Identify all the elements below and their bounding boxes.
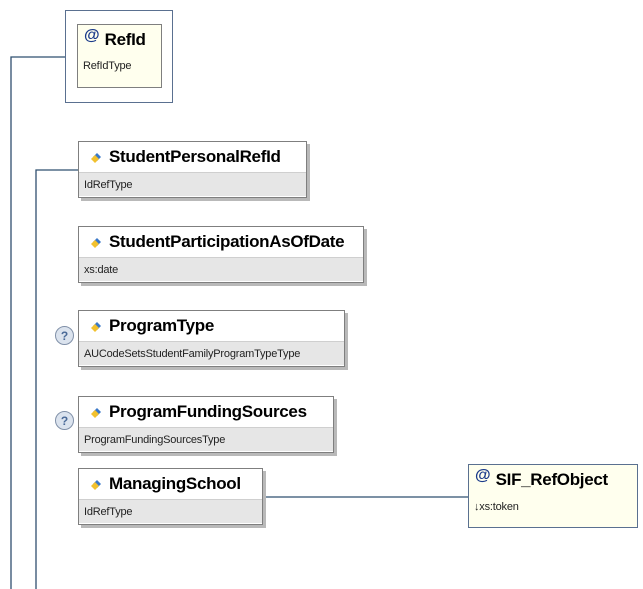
node-name: StudentParticipationAsOfDate (109, 232, 345, 251)
optional-marker-icon: ? (55, 326, 74, 345)
attribute-icon: @ (84, 27, 100, 44)
node-type: RefIdType (83, 60, 132, 72)
element-icon (91, 322, 101, 332)
student-personal-refid-element[interactable]: StudentPersonalRefId IdRefType (78, 141, 307, 198)
node-name: RefId (104, 30, 146, 49)
node-type: IdRefType (84, 178, 133, 191)
student-participation-as-of-date-element[interactable]: StudentParticipationAsOfDate xs:date (78, 226, 364, 283)
node-type: AUCodeSetsStudentFamilyProgramTypeType (84, 347, 301, 360)
refid-attribute[interactable]: @ RefId RefIdType (77, 24, 162, 88)
element-icon (91, 480, 101, 490)
node-type: xs:date (84, 263, 119, 276)
node-name: ManagingSchool (109, 474, 241, 493)
node-name: SIF_RefObject (495, 470, 609, 489)
optional-marker-icon: ? (55, 411, 74, 430)
node-type: ProgramFundingSourcesType (84, 433, 226, 446)
node-type: IdRefType (84, 505, 133, 518)
element-icon (91, 238, 101, 248)
node-name: ProgramFundingSources (109, 402, 307, 421)
node-name: ProgramType (109, 316, 215, 335)
element-icon (91, 153, 101, 163)
node-type: ↓xs:token (474, 501, 519, 513)
attribute-icon: @ (475, 467, 491, 484)
element-icon (91, 408, 101, 418)
node-name: StudentPersonalRefId (109, 147, 281, 166)
schema-diagram: @ RefId RefIdType StudentPersonalRefId I… (0, 0, 643, 589)
program-funding-sources-element[interactable]: ProgramFundingSources ProgramFundingSour… (78, 396, 334, 453)
sif-refobject-attribute[interactable]: @ SIF_RefObject ↓xs:token (468, 464, 638, 528)
program-type-element[interactable]: ProgramType AUCodeSetsStudentFamilyProgr… (78, 310, 345, 367)
managing-school-element[interactable]: ManagingSchool IdRefType (78, 468, 263, 525)
